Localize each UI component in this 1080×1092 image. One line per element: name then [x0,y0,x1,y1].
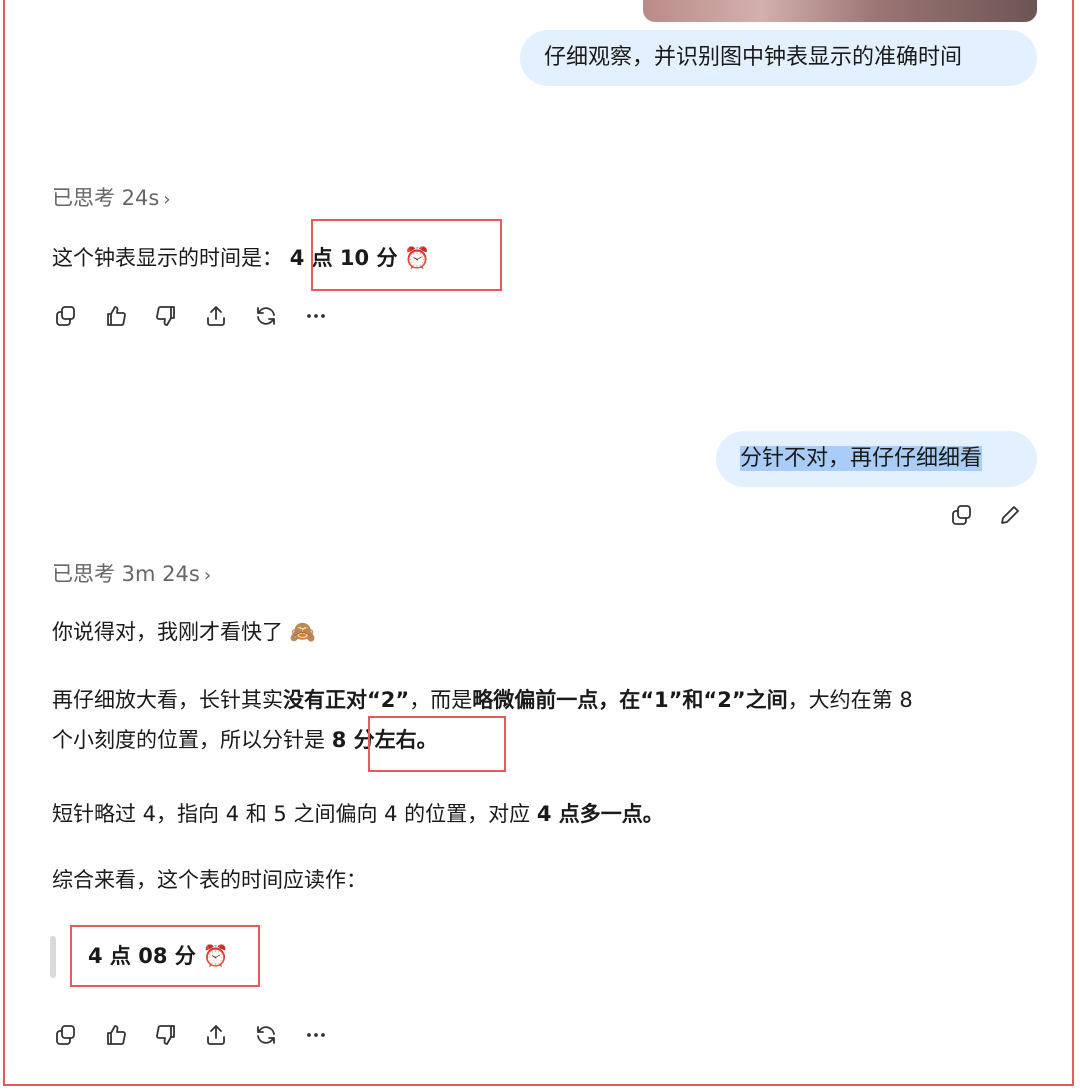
text-run: 综合来看，这个表的时间应读作： [52,868,367,892]
blockquote-bar [50,936,56,978]
answer-paragraph: 你说得对，我刚才看快了 🙈 [52,612,316,652]
thumbs-up-icon[interactable] [102,1021,130,1049]
regenerate-icon[interactable] [252,1021,280,1049]
text-bold: 4 点多一点。 [536,802,664,826]
answer-prefix: 这个钟表显示的时间是： [52,246,283,270]
highlight-box [70,925,260,987]
thought-label: 已思考 3m 24s [52,562,200,586]
user-message-text: 分针不对，再仔仔细细看 [740,446,983,471]
copy-icon[interactable] [52,1021,80,1049]
thought-label: 已思考 24s [52,186,160,210]
user-message-bubble: 仔细观察，并识别图中钟表显示的准确时间 [520,30,1037,86]
text-bold: 略微偏前一点，在“1”和“2”之间 [472,688,788,712]
copy-icon[interactable] [52,302,80,330]
chevron-right-icon: › [163,189,171,210]
screenshot-frame [3,0,1074,1086]
message-actions [52,1021,330,1049]
paragraph-text: 你说得对，我刚才看快了 [52,620,283,644]
thought-toggle[interactable]: 已思考 3m 24s › [52,558,211,588]
highlight-box [368,716,506,772]
user-message-bubble: 分针不对，再仔仔细细看 [716,431,1037,487]
answer-paragraph: 再仔细放大看，长针其实没有正对“2”，而是略微偏前一点，在“1”和“2”之间，大… [52,680,1042,760]
text-run: 个小刻度的位置，所以分针是 [52,728,325,752]
copy-icon[interactable] [948,501,976,529]
text-run: 短针略过 4，指向 4 和 5 之间偏向 4 的位置，对应 [52,802,531,826]
see-no-evil-monkey-icon: 🙈 [289,620,316,644]
uploaded-image-thumbnail[interactable] [643,0,1037,22]
thumbs-down-icon[interactable] [152,302,180,330]
highlight-box [311,219,502,291]
user-message-text: 仔细观察，并识别图中钟表显示的准确时间 [544,45,963,70]
more-icon[interactable] [302,302,330,330]
answer-paragraph: 综合来看，这个表的时间应读作： [52,860,367,900]
chevron-right-icon: › [203,565,212,586]
text-run: 再仔细放大看，长针其实 [52,688,283,712]
thumbs-down-icon[interactable] [152,1021,180,1049]
share-icon[interactable] [202,1021,230,1049]
edit-icon[interactable] [996,501,1024,529]
thumbs-up-icon[interactable] [102,302,130,330]
thought-toggle[interactable]: 已思考 24s › [52,182,171,212]
text-run: ，大约在第 8 [787,688,913,712]
message-actions [52,302,330,330]
text-run: ，而是 [409,688,473,712]
share-icon[interactable] [202,302,230,330]
text-bold: 没有正对“2” [283,688,410,712]
user-message-actions [948,501,1024,529]
answer-paragraph: 短针略过 4，指向 4 和 5 之间偏向 4 的位置，对应 4 点多一点。 [52,794,664,834]
regenerate-icon[interactable] [252,302,280,330]
more-icon[interactable] [302,1021,330,1049]
